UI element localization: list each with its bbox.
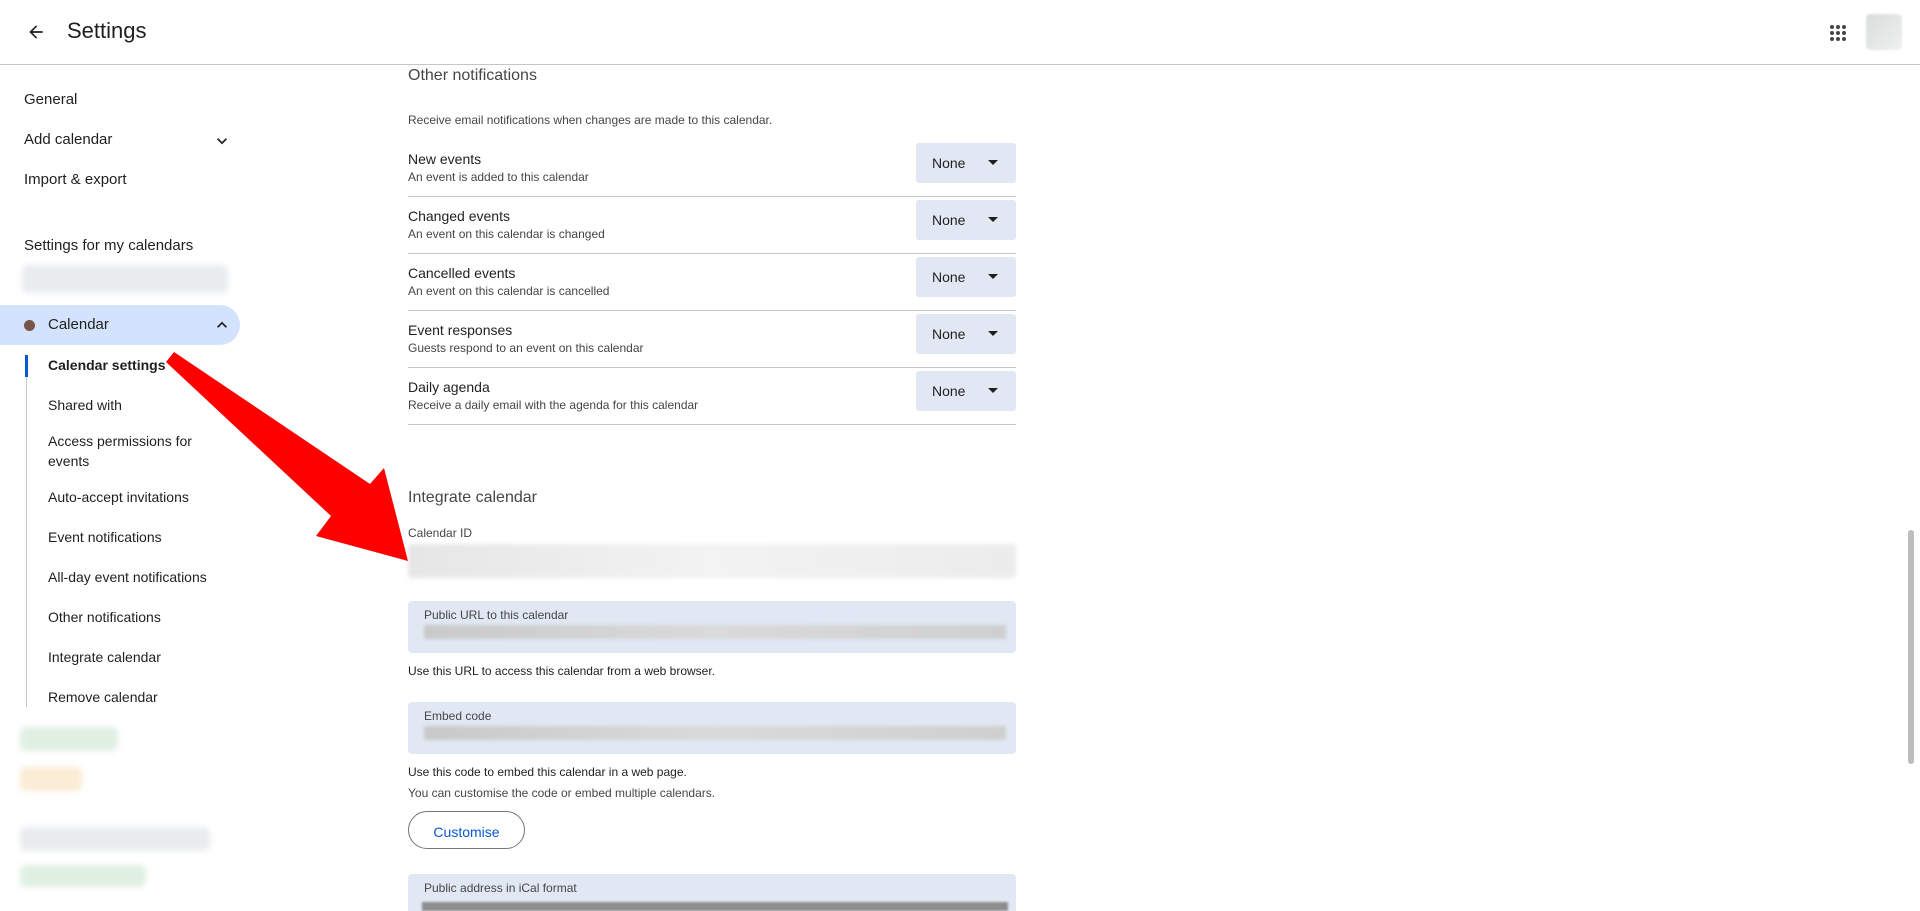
ical-address-field[interactable]: Public address in iCal format [408, 874, 1016, 911]
new-events-select[interactable]: None [916, 143, 1016, 183]
notification-row: Cancelled events An event on this calend… [408, 253, 1016, 311]
avatar[interactable] [1866, 14, 1902, 50]
dropdown-caret-icon [988, 331, 998, 336]
event-responses-select[interactable]: None [916, 314, 1016, 354]
notification-subtitle: Receive a daily email with the agenda fo… [408, 398, 699, 412]
notification-title: Event responses [408, 322, 513, 338]
dropdown-caret-icon [988, 160, 998, 165]
back-arrow-icon[interactable] [20, 16, 52, 48]
notification-row: New events An event is added to this cal… [408, 139, 1016, 197]
notification-row: Changed events An event on this calendar… [408, 196, 1016, 254]
notification-row: Event responses Guests respond to an eve… [408, 310, 1016, 368]
embed-code-label: Embed code [424, 709, 492, 723]
dropdown-caret-icon [988, 217, 998, 222]
notification-subtitle: An event on this calendar is changed [408, 227, 605, 241]
main-content: Other notifications Receive email notifi… [0, 0, 1920, 911]
public-url-field[interactable]: Public URL to this calendar [408, 601, 1016, 653]
notification-subtitle: An event is added to this calendar [408, 170, 589, 184]
select-value: None [932, 212, 966, 228]
public-url-help: Use this URL to access this calendar fro… [408, 664, 716, 678]
top-bar: Settings [0, 0, 1920, 65]
daily-agenda-select[interactable]: None [916, 371, 1016, 411]
dropdown-caret-icon [988, 388, 998, 393]
page-title: Settings [67, 18, 147, 43]
notification-title: Changed events [408, 208, 510, 224]
select-value: None [932, 155, 966, 171]
select-value: None [932, 383, 966, 399]
calendar-id-value[interactable] [408, 544, 1016, 578]
notification-subtitle: Guests respond to an event on this calen… [408, 341, 644, 355]
embed-code-value[interactable] [424, 726, 1006, 740]
scrollbar-track[interactable] [1906, 65, 1918, 911]
embed-code-help: Use this code to embed this calendar in … [408, 765, 687, 779]
apps-grid-icon[interactable] [1821, 16, 1855, 50]
notification-row: Daily agenda Receive a daily email with … [408, 367, 1016, 425]
integrate-calendar-heading: Integrate calendar [408, 489, 537, 506]
public-url-label: Public URL to this calendar [424, 608, 569, 622]
ical-address-value[interactable] [422, 902, 1008, 911]
select-value: None [932, 326, 966, 342]
embed-code-help-2: You can customise the code or embed mult… [408, 786, 716, 800]
embed-code-field[interactable]: Embed code [408, 702, 1016, 754]
cancelled-events-select[interactable]: None [916, 257, 1016, 297]
dropdown-caret-icon [988, 274, 998, 279]
public-url-value[interactable] [424, 625, 1006, 639]
ical-address-label: Public address in iCal format [424, 881, 577, 895]
notification-title: Daily agenda [408, 379, 490, 395]
other-notifications-heading: Other notifications [408, 67, 537, 84]
customise-button[interactable]: Customise [408, 811, 525, 849]
other-notifications-description: Receive email notifications when changes… [408, 113, 773, 127]
calendar-id-label: Calendar ID [408, 526, 473, 540]
notification-title: Cancelled events [408, 265, 516, 281]
select-value: None [932, 269, 966, 285]
notification-title: New events [408, 151, 482, 167]
scrollbar-thumb[interactable] [1908, 530, 1914, 764]
changed-events-select[interactable]: None [916, 200, 1016, 240]
notification-subtitle: An event on this calendar is cancelled [408, 284, 610, 298]
